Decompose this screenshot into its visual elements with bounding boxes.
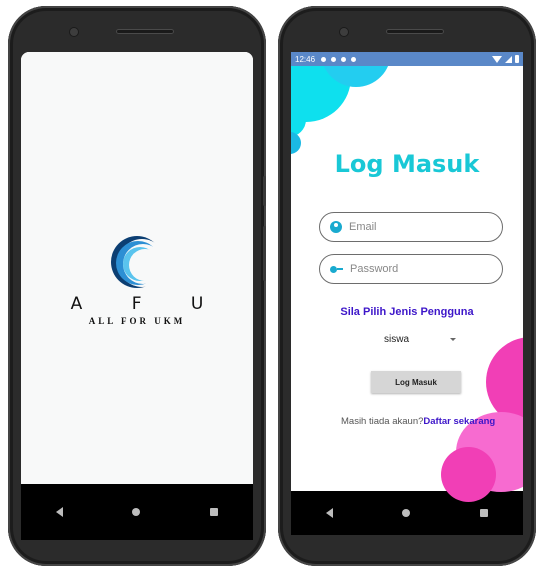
system-icons xyxy=(492,55,519,63)
volume-button xyxy=(263,226,266,281)
signup-link[interactable]: Daftar sekarang xyxy=(423,416,495,427)
home-icon[interactable] xyxy=(402,509,411,517)
login-screen: 12:46 Log Masuk Email Sila Pilih Jenis P… xyxy=(291,52,523,507)
front-camera xyxy=(70,28,78,36)
logo-letters: A F U xyxy=(70,294,226,314)
splash-screen: A F U ALL FOR UKM xyxy=(21,52,253,507)
user-type-dropdown[interactable]: siswa xyxy=(366,331,456,347)
power-button xyxy=(263,176,266,206)
status-time: 12:46 xyxy=(295,54,316,64)
password-field[interactable] xyxy=(319,254,503,284)
phone-splash: A F U ALL FOR UKM xyxy=(8,6,266,566)
dropdown-arrow-icon xyxy=(450,337,456,341)
splash-background: A F U ALL FOR UKM xyxy=(21,52,253,492)
email-field[interactable] xyxy=(319,212,503,242)
phone-login: 12:46 Log Masuk Email Sila Pilih Jenis P… xyxy=(278,6,536,566)
battery-icon xyxy=(515,55,519,63)
key-icon xyxy=(330,265,343,273)
password-input[interactable] xyxy=(348,262,502,276)
navigation-bar xyxy=(291,491,523,535)
signup-prompt: Masih tiada akaun?Daftar sekarang xyxy=(341,416,495,427)
recents-icon[interactable] xyxy=(480,509,489,517)
notification-icon xyxy=(331,56,337,62)
signal-icon xyxy=(505,55,512,63)
email-input[interactable] xyxy=(347,220,501,234)
recents-icon[interactable] xyxy=(210,508,219,516)
crescent-logo-icon xyxy=(111,236,166,288)
user-icon xyxy=(330,221,342,233)
afu-logo: A F U ALL FOR UKM xyxy=(37,232,237,326)
sd-card-icon xyxy=(351,56,357,62)
page-title: Log Masuk xyxy=(334,150,480,178)
home-icon[interactable] xyxy=(132,508,141,516)
user-type-prompt: Sila Pilih Jenis Pengguna xyxy=(340,306,474,318)
back-icon[interactable] xyxy=(325,508,333,518)
earpiece-speaker xyxy=(116,29,174,34)
back-icon[interactable] xyxy=(55,507,63,517)
front-camera xyxy=(340,28,348,36)
no-account-text: Masih tiada akaun? xyxy=(341,416,424,427)
wifi-icon xyxy=(492,55,502,63)
download-icon xyxy=(341,56,347,62)
user-type-selected: siswa xyxy=(384,333,410,345)
login-button[interactable]: Log Masuk xyxy=(371,371,461,393)
logo-tagline: ALL FOR UKM xyxy=(88,316,186,326)
settings-icon xyxy=(321,56,327,62)
pink-blob xyxy=(441,447,496,502)
status-bar: 12:46 xyxy=(291,52,523,66)
navigation-bar xyxy=(21,484,253,540)
earpiece-speaker xyxy=(386,29,444,34)
notification-icons xyxy=(321,56,357,62)
